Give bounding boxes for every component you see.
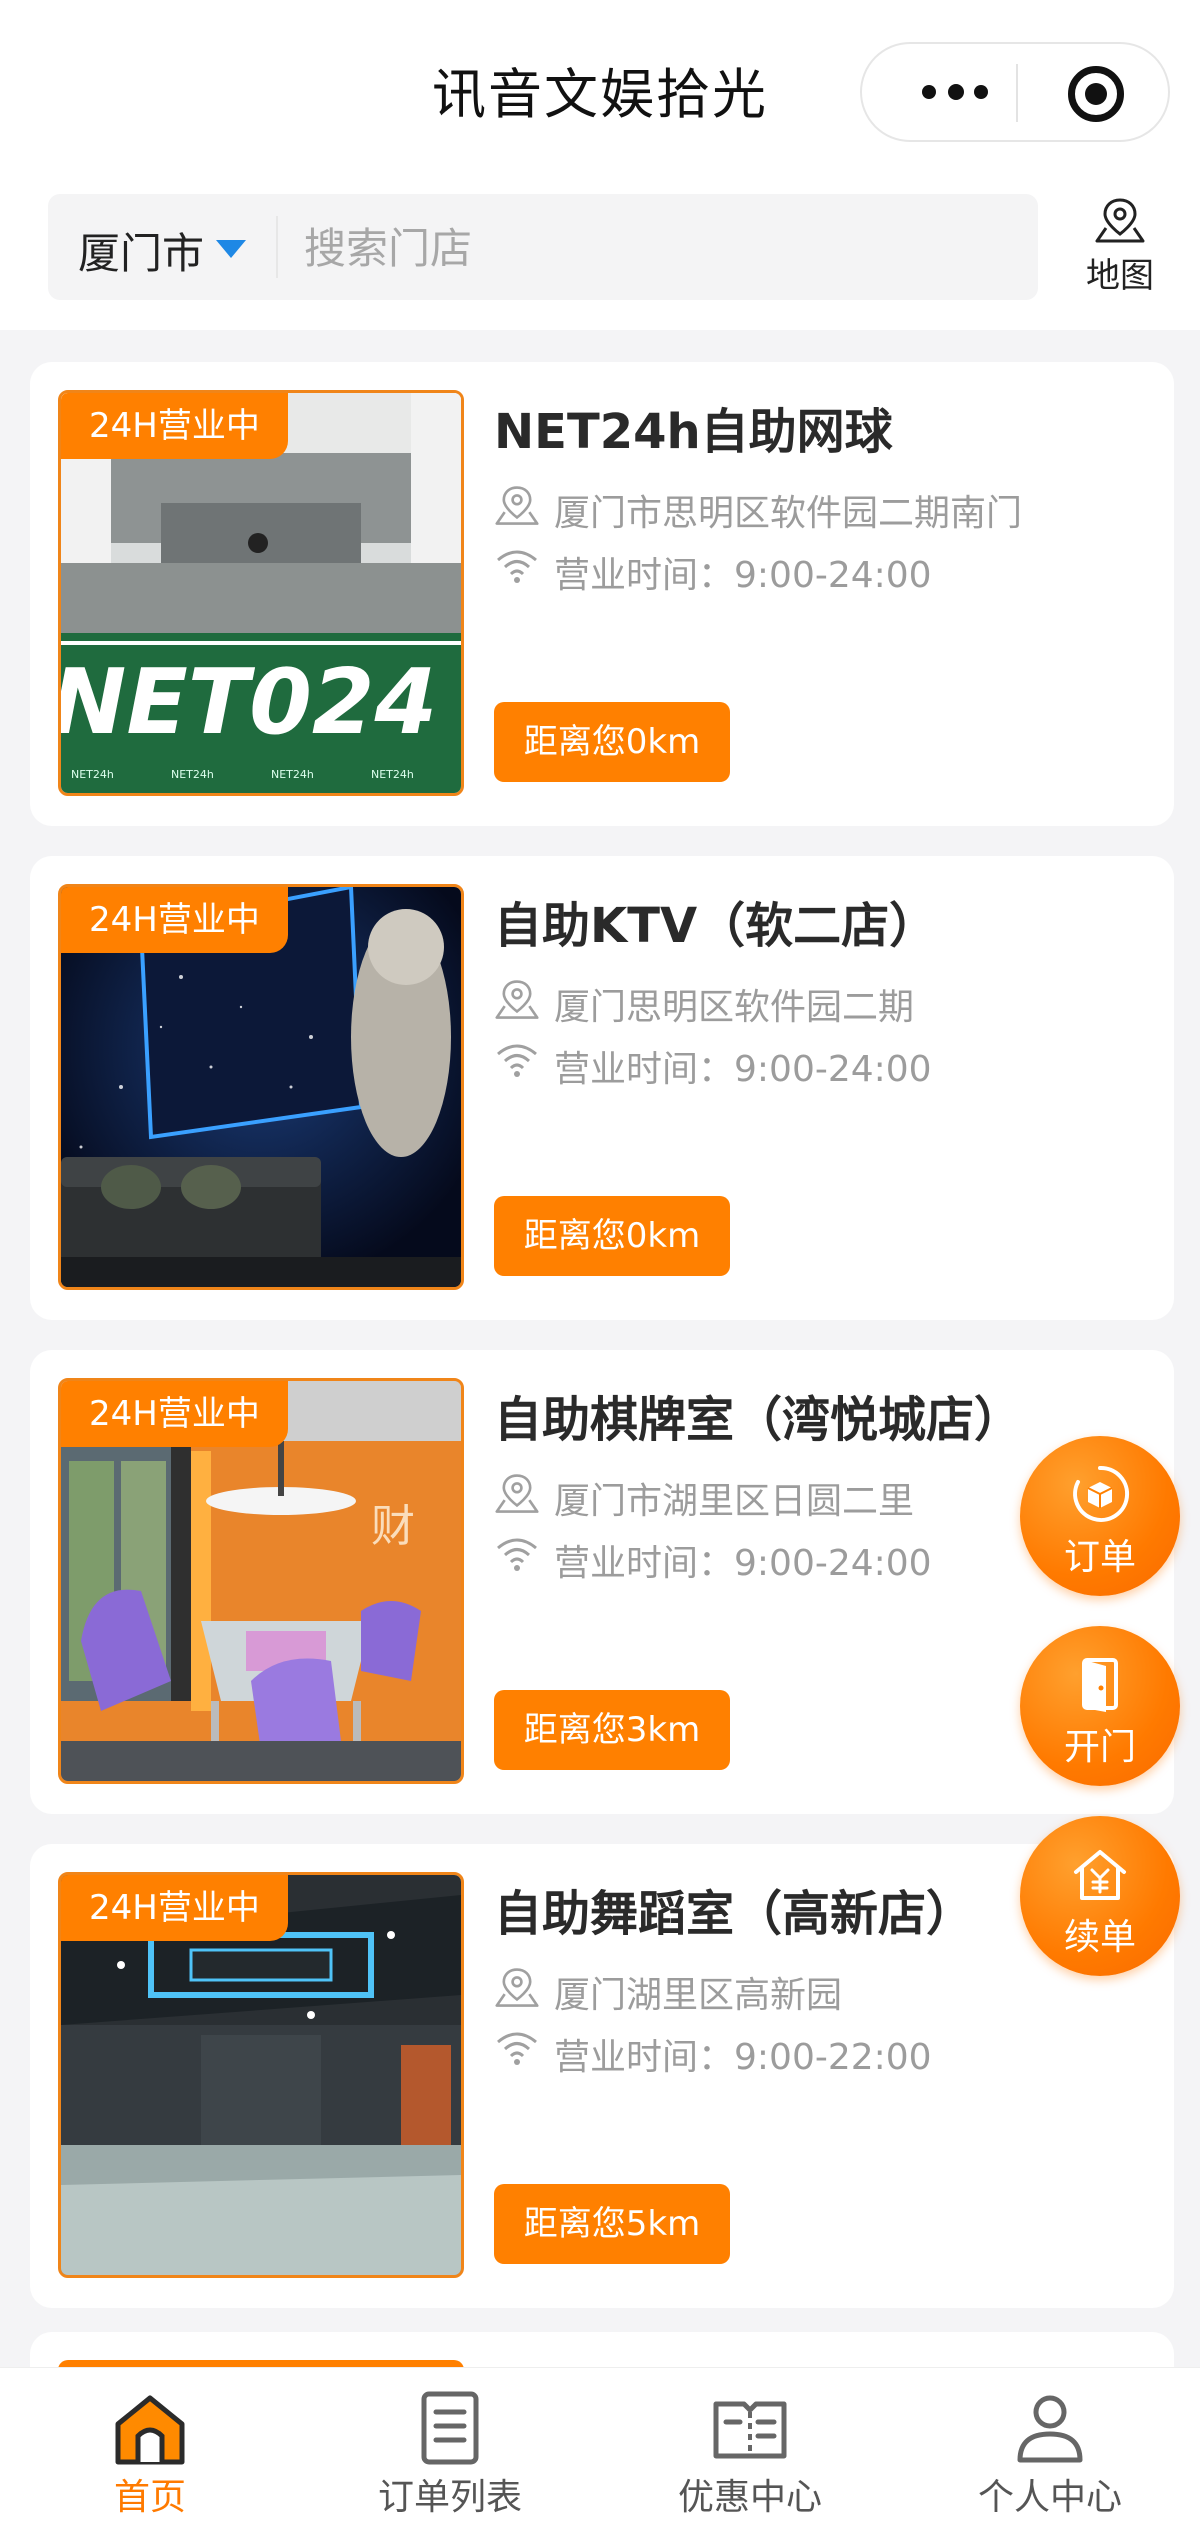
renew-house-icon: [1074, 1850, 1126, 1900]
distance-button[interactable]: 距离您0km: [494, 702, 730, 782]
store-hours: 营业时间：9:00-22:00: [554, 2037, 932, 2078]
court-small-logo: NET24h: [71, 768, 114, 781]
tab-order-list[interactable]: 订单列表: [300, 2368, 600, 2537]
store-thumbnail[interactable]: 24H营业中: [58, 1872, 464, 2278]
location-icon: [495, 980, 539, 1019]
open-status-badge: 24H营业中: [61, 393, 288, 459]
map-pin-icon: [1095, 198, 1145, 243]
wifi-icon: [497, 550, 537, 583]
court-small-logo: NET24h: [171, 768, 214, 781]
store-thumbnail[interactable]: 24H营业中: [58, 884, 464, 1290]
order-fab-label: 订单: [1063, 1537, 1136, 1578]
distance-button[interactable]: 距离您0km: [494, 1196, 730, 1276]
store-address: 厦门市思明区软件园二期南门: [554, 493, 1023, 534]
open-status-badge: 24H营业中: [61, 1381, 288, 1447]
home-icon: [115, 2395, 185, 2465]
store-card[interactable]: 财 24H营业中 自助棋牌室（湾悦城店） 厦门市湖里区日圆二里 营业时间：9:0…: [30, 1350, 1174, 1814]
open-door-fab-label: 开门: [1063, 1727, 1136, 1768]
search-bar: 厦门市: [48, 194, 1038, 300]
more-dots-icon[interactable]: [922, 80, 992, 106]
distance-button[interactable]: 距离您3km: [494, 1690, 730, 1770]
search-input[interactable]: [302, 208, 1006, 288]
wifi-icon: [497, 2032, 537, 2065]
tab-home-label: 首页: [113, 2477, 186, 2518]
location-icon: [495, 1968, 539, 2007]
coupon-book-icon: [713, 2401, 787, 2459]
caret-down-icon[interactable]: [216, 240, 246, 258]
store-name: NET24h自助网球: [494, 404, 893, 460]
door-icon: [1082, 1658, 1118, 1712]
court-logo-text: NET024: [61, 650, 437, 755]
store-thumbnail[interactable]: NET024 NET24h NET24h NET24h NET24h 24H营业…: [58, 390, 464, 796]
tab-order-list-label: 订单列表: [377, 2477, 522, 2518]
renew-fab-button[interactable]: 续单: [1020, 1816, 1180, 1976]
location-icon: [495, 1474, 539, 1513]
tab-profile-label: 个人中心: [977, 2477, 1122, 2518]
search-divider: [276, 216, 278, 278]
open-door-fab-button[interactable]: 开门: [1020, 1626, 1180, 1786]
bottom-tab-bar: 首页 订单列表 优惠中心 个人中心: [0, 2367, 1200, 2537]
store-name: 自助棋牌室（湾悦城店）: [494, 1392, 1023, 1448]
store-thumbnail[interactable]: 财 24H营业中: [58, 1378, 464, 1784]
store-card[interactable]: 24H营业中 自助舞蹈室（高新店） 厦门湖里区高新园 营业时间：9:00-22:…: [30, 1844, 1174, 2308]
user-icon: [1017, 2395, 1083, 2463]
renew-fab-label: 续单: [1063, 1917, 1136, 1958]
tab-home[interactable]: 首页: [0, 2368, 300, 2537]
tab-coupon-center[interactable]: 优惠中心: [600, 2368, 900, 2537]
open-status-badge: 24H营业中: [61, 1875, 288, 1941]
distance-button[interactable]: 距离您5km: [494, 2184, 730, 2264]
wifi-icon: [497, 1538, 537, 1571]
store-address: 厦门市湖里区日圆二里: [554, 1481, 915, 1522]
location-icon: [495, 486, 539, 525]
store-name: 自助KTV（软二店）: [494, 898, 938, 954]
order-cube-icon: [1073, 1465, 1130, 1522]
capsule-divider: [1016, 64, 1018, 122]
page: 讯音文娱拾光 厦门市 地图: [0, 0, 1200, 2537]
store-address: 厦门思明区软件园二期: [554, 987, 915, 1028]
store-name: 自助舞蹈室（高新店）: [494, 1886, 975, 1942]
store-hours: 营业时间：9:00-24:00: [554, 555, 932, 596]
store-card[interactable]: NET024 NET24h NET24h NET24h NET24h 24H营业…: [30, 362, 1174, 826]
store-address: 厦门湖里区高新园: [554, 1975, 843, 2016]
tab-profile[interactable]: 个人中心: [900, 2368, 1200, 2537]
order-list-icon: [421, 2391, 479, 2465]
wifi-icon: [497, 1044, 537, 1077]
store-card[interactable]: 24H营业中 自助KTV（软二店） 厦门思明区软件园二期 营业时间：9:00-2…: [30, 856, 1174, 1320]
store-hours: 营业时间：9:00-24:00: [554, 1543, 932, 1584]
court-small-logo: NET24h: [371, 768, 414, 781]
wall-sign-text: 财: [371, 1501, 415, 1552]
mini-program-capsule: [860, 42, 1170, 142]
order-fab-button[interactable]: 订单: [1020, 1436, 1180, 1596]
open-status-badge: 24H营业中: [61, 887, 288, 953]
tab-coupon-center-label: 优惠中心: [677, 2477, 822, 2518]
target-icon[interactable]: [1068, 66, 1124, 122]
court-small-logo: NET24h: [271, 768, 314, 781]
store-hours: 营业时间：9:00-24:00: [554, 1049, 932, 1090]
city-selector[interactable]: 厦门市: [78, 220, 204, 281]
map-button[interactable]: 地图: [1070, 196, 1170, 306]
header: 讯音文娱拾光 厦门市 地图: [0, 0, 1200, 330]
map-label: 地图: [1086, 256, 1154, 296]
